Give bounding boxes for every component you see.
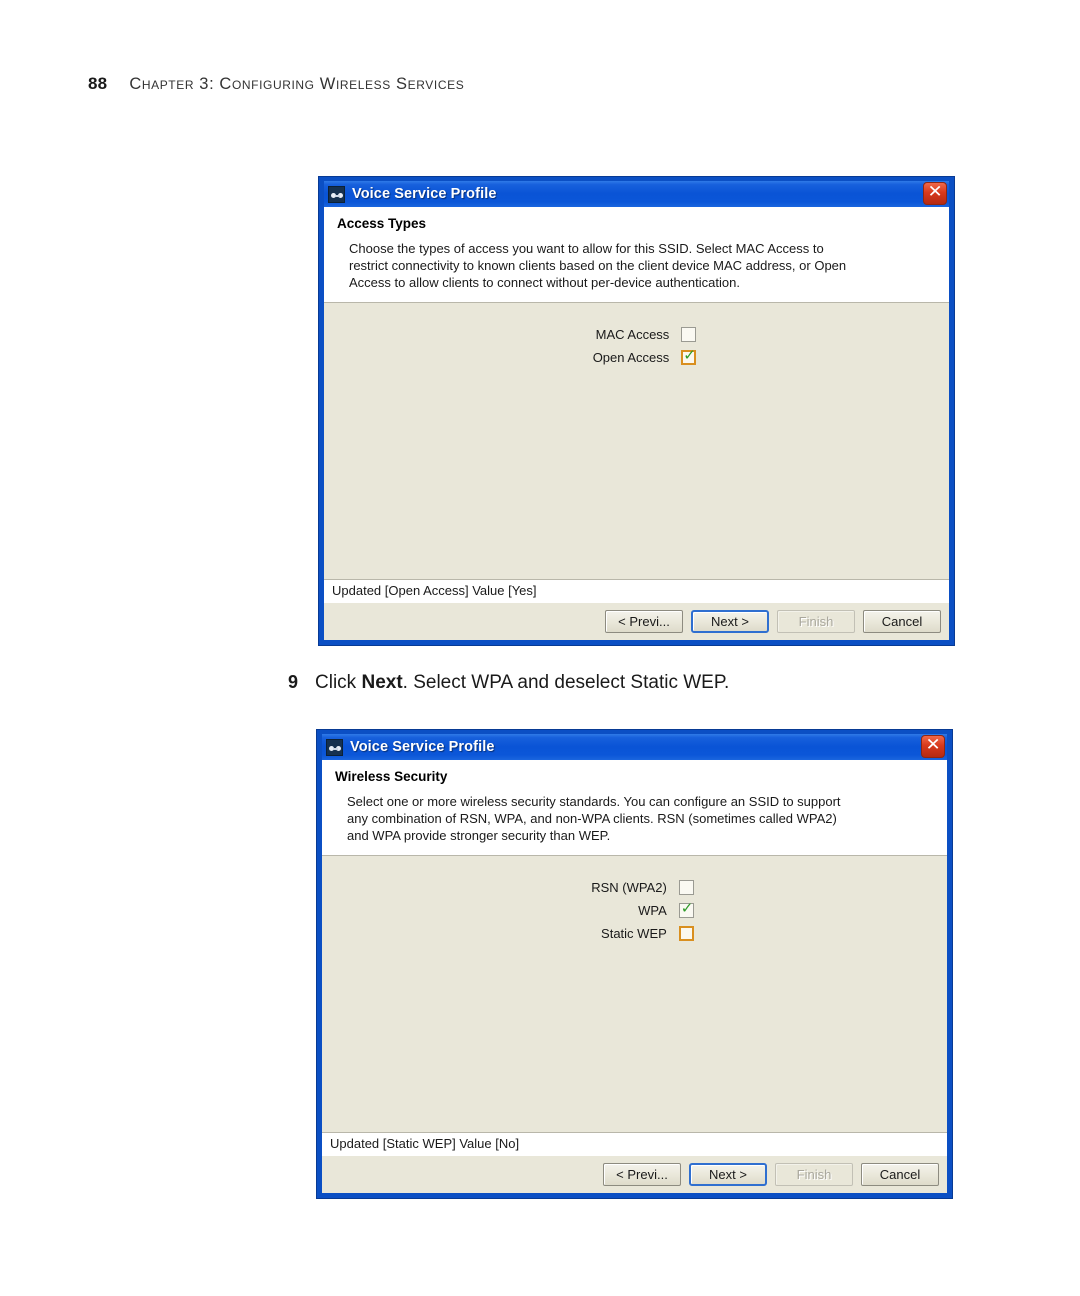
- page-number: 88: [88, 74, 108, 93]
- description-line: Choose the types of access you want to a…: [349, 241, 824, 256]
- close-icon[interactable]: ✕: [923, 182, 947, 205]
- button-bar: < Previ... Next > Finish Cancel: [324, 602, 949, 640]
- step-text: Click Next. Select WPA and deselect Stat…: [315, 672, 729, 694]
- access-types-group: MAC Access Open Access ✓: [324, 327, 949, 366]
- dialog-body: Wireless Security Select one or more wir…: [322, 760, 947, 1193]
- checkbox-label-rsn-wpa2: RSN (WPA2): [591, 880, 667, 896]
- checkbox-mac-access[interactable]: [681, 327, 697, 343]
- step-text-bold: Next: [361, 672, 403, 693]
- checkbox-label-open-access: Open Access: [592, 350, 670, 366]
- wireless-profile-icon: [326, 738, 343, 756]
- section-title: Wireless Security: [335, 769, 448, 784]
- dialog-wireless-security: Voice Service Profile ✕ Wireless Securit…: [316, 729, 953, 1199]
- status-bar: Updated [Open Access] Value [Yes]: [324, 579, 949, 602]
- page-header: 88 Chapter 3: Configuring Wireless Servi…: [88, 74, 464, 94]
- dialog-title: Voice Service Profile: [352, 186, 497, 202]
- cancel-button[interactable]: Cancel: [863, 610, 941, 633]
- checkbox-label-static-wep: Static WEP: [601, 926, 667, 942]
- dialog-content-area: MAC Access Open Access ✓: [324, 302, 949, 579]
- section-title: Access Types: [337, 216, 427, 231]
- previous-button[interactable]: < Previ...: [603, 1163, 681, 1186]
- step-number: 9: [288, 672, 299, 692]
- dialog-content-area: RSN (WPA2) WPA ✓ Static WEP: [322, 855, 947, 1132]
- close-glyph: ✕: [927, 182, 943, 202]
- next-button[interactable]: Next >: [691, 610, 769, 633]
- next-button[interactable]: Next >: [689, 1163, 767, 1186]
- close-glyph: ✕: [925, 735, 941, 755]
- titlebar[interactable]: Voice Service Profile ✕: [322, 734, 947, 760]
- step-text-after: . Select WPA and deselect Static WEP.: [402, 672, 730, 693]
- dialog-title: Voice Service Profile: [350, 739, 495, 755]
- step-instruction: 9 Click Next. Select WPA and deselect St…: [288, 672, 729, 694]
- titlebar[interactable]: Voice Service Profile ✕: [324, 181, 949, 207]
- check-icon: ✓: [680, 899, 694, 918]
- wireless-security-group: RSN (WPA2) WPA ✓ Static WEP: [322, 880, 947, 942]
- wireless-profile-icon: [328, 185, 345, 203]
- cancel-button[interactable]: Cancel: [861, 1163, 939, 1186]
- status-bar: Updated [Static WEP] Value [No]: [322, 1132, 947, 1155]
- previous-button[interactable]: < Previ...: [605, 610, 683, 633]
- section-description: Select one or more wireless security sta…: [335, 793, 934, 844]
- check-icon: ✓: [683, 346, 696, 365]
- description-line: and WPA provide stronger security than W…: [347, 828, 611, 844]
- description-line: Access to allow clients to connect witho…: [349, 275, 740, 291]
- step-text-before: Click: [315, 672, 362, 693]
- description-line: Select one or more wireless security sta…: [347, 794, 841, 809]
- close-icon[interactable]: ✕: [921, 735, 945, 758]
- checkbox-open-access[interactable]: ✓: [681, 346, 697, 366]
- button-bar: < Previ... Next > Finish Cancel: [322, 1155, 947, 1193]
- dialog-header-area: Wireless Security Select one or more wir…: [322, 760, 947, 856]
- finish-button: Finish: [775, 1163, 853, 1186]
- checkbox-label-wpa: WPA: [638, 903, 667, 919]
- description-line: restrict connectivity to known clients b…: [349, 258, 847, 274]
- checkbox-rsn-wpa2[interactable]: [678, 880, 694, 896]
- section-description: Choose the types of access you want to a…: [337, 240, 936, 291]
- checkbox-wpa[interactable]: ✓: [678, 899, 694, 919]
- dialog-header-area: Access Types Choose the types of access …: [324, 207, 949, 303]
- dialog-body: Access Types Choose the types of access …: [324, 207, 949, 640]
- chapter-title: Chapter 3: Configuring Wireless Services: [129, 75, 465, 93]
- checkbox-label-mac-access: MAC Access: [595, 327, 670, 343]
- description-line: any combination of RSN, WPA, and non-WPA…: [347, 811, 837, 827]
- finish-button: Finish: [777, 610, 855, 633]
- dialog-access-types: Voice Service Profile ✕ Access Types Cho…: [318, 176, 955, 646]
- checkbox-static-wep[interactable]: [678, 926, 694, 942]
